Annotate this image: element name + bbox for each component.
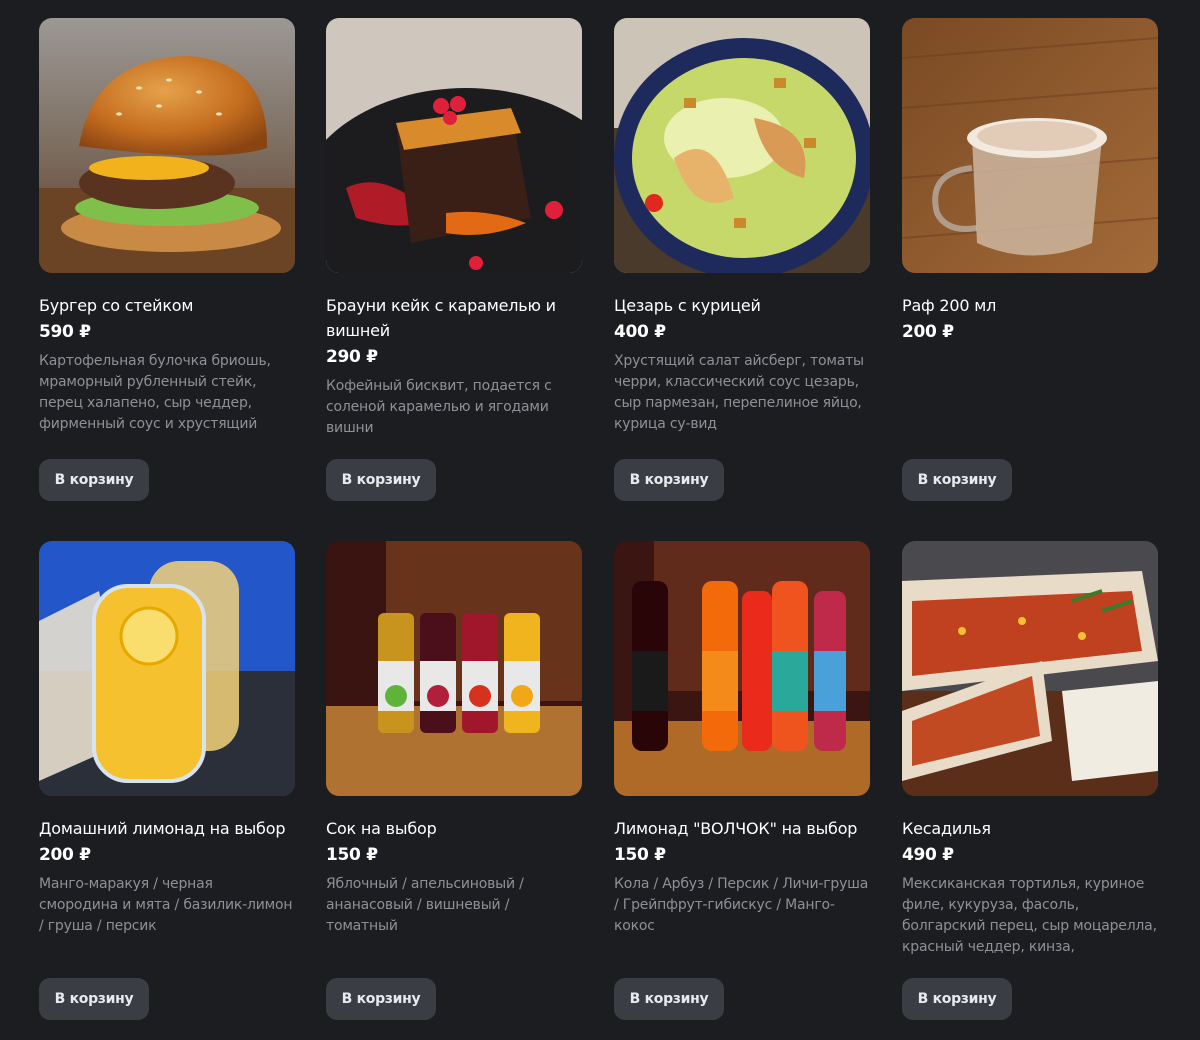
item-description: Мексиканская тортилья, куриное филе, кук…	[902, 876, 1157, 955]
burger-photo[interactable]	[39, 18, 295, 273]
item-title: Цезарь с курицей	[614, 296, 761, 315]
menu-card: Раф 200 мл 200 ₽ В корзину	[902, 18, 1158, 501]
item-description: Хрустящий салат айсберг, томаты черри, к…	[614, 353, 864, 432]
lemonade-photo[interactable]	[39, 541, 295, 796]
item-price: 290 ₽	[326, 347, 378, 367]
menu-card: Цезарь с курицей 400 ₽ Хрустящий салат а…	[614, 18, 870, 501]
juice-photo[interactable]	[326, 541, 582, 796]
add-to-cart-button[interactable]: В корзину	[902, 978, 1012, 1020]
add-to-cart-button[interactable]: В корзину	[39, 978, 149, 1020]
menu-card: Брауни кейк с карамелью и вишней 290 ₽ К…	[326, 18, 582, 501]
item-title: Кесадилья	[902, 819, 991, 838]
item-title: Домашний лимонад на выбор	[39, 819, 286, 838]
menu-card: Сок на выбор 150 ₽ Яблочный / апельсинов…	[326, 541, 582, 1021]
item-price: 150 ₽	[326, 845, 378, 865]
add-to-cart-button[interactable]: В корзину	[326, 459, 436, 501]
item-description: Кофейный бисквит, подается с соленой кар…	[326, 378, 552, 436]
item-title: Бургер со стейком	[39, 296, 194, 315]
item-title: Сок на выбор	[326, 819, 437, 838]
add-to-cart-button[interactable]: В корзину	[902, 459, 1012, 501]
menu-card: Лимонад "ВОЛЧОК" на выбор 150 ₽ Кола / А…	[614, 541, 870, 1021]
raf-photo[interactable]	[902, 18, 1158, 273]
add-to-cart-button[interactable]: В корзину	[326, 978, 436, 1020]
item-price: 200 ₽	[39, 845, 91, 865]
menu-card: Бургер со стейком 590 ₽ Картофельная бул…	[39, 18, 295, 501]
menu-grid: Бургер со стейком 590 ₽ Картофельная бул…	[0, 0, 1200, 1040]
item-price: 200 ₽	[902, 322, 954, 342]
item-title: Раф 200 мл	[902, 296, 997, 315]
item-price: 490 ₽	[902, 845, 954, 865]
quesadilla-photo[interactable]	[902, 541, 1158, 796]
add-to-cart-button[interactable]: В корзину	[39, 459, 149, 501]
add-to-cart-button[interactable]: В корзину	[614, 978, 724, 1020]
volchok-photo[interactable]	[614, 541, 870, 796]
caesar-photo[interactable]	[614, 18, 870, 273]
item-price: 400 ₽	[614, 322, 666, 342]
brownie-photo[interactable]	[326, 18, 582, 273]
item-description: Картофельная булочка бриошь, мраморный р…	[39, 353, 271, 432]
item-price: 590 ₽	[39, 322, 91, 342]
item-description: Манго-маракуя / черная смородина и мята …	[39, 876, 293, 934]
menu-card: Домашний лимонад на выбор 200 ₽ Манго-ма…	[39, 541, 295, 1021]
item-price: 150 ₽	[614, 845, 666, 865]
item-title: Брауни кейк с карамелью и вишней	[326, 296, 556, 340]
item-title: Лимонад "ВОЛЧОК" на выбор	[614, 819, 858, 838]
item-description: Кола / Арбуз / Персик / Личи-груша / Гре…	[614, 876, 869, 934]
add-to-cart-button[interactable]: В корзину	[614, 459, 724, 501]
menu-card: Кесадилья 490 ₽ Мексиканская тортилья, к…	[902, 541, 1158, 1021]
item-description: Яблочный / апельсиновый / ананасовый / в…	[326, 876, 524, 934]
